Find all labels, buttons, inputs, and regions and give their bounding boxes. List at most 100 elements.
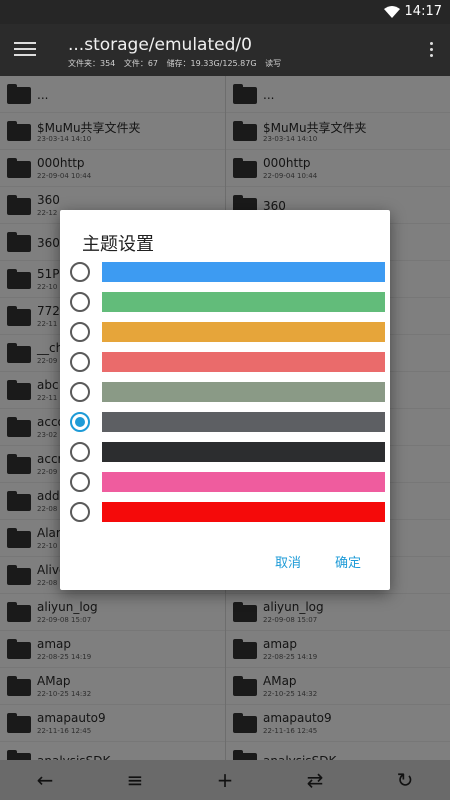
file-row[interactable]: amap 22-08-25 14:19 [0,631,225,668]
theme-option[interactable] [60,320,390,350]
theme-radio[interactable] [70,502,90,522]
theme-radio[interactable] [70,442,90,462]
folder-icon [233,676,257,696]
folder-icon [233,602,257,622]
theme-radio[interactable] [70,412,90,432]
file-name: 51P [37,267,60,281]
refresh-icon[interactable]: ↻ [393,768,417,792]
file-date: 22-11 [37,320,58,328]
theme-color-swatch [102,292,385,312]
theme-radio[interactable] [70,382,90,402]
back-arrow-icon[interactable]: ← [33,768,57,792]
storage-info: 文件夹：354 文件：67 储存：19.33G/125.87G 读写 [68,58,287,69]
file-row[interactable]: amapauto9 22-11-16 12:45 [0,705,225,742]
menu-icon[interactable] [14,42,36,58]
access-mode: 读写 [265,59,282,68]
folder-icon [7,232,31,252]
add-icon[interactable]: + [213,768,237,792]
folder-icon [7,380,31,400]
folder-icon [7,195,31,215]
folder-icon [233,121,257,141]
theme-radio[interactable] [70,352,90,372]
theme-radio[interactable] [70,292,90,312]
folder-icon [7,343,31,363]
file-name: AMap [37,674,71,688]
theme-option[interactable] [60,410,390,440]
file-date: 22-09-08 15:07 [37,616,92,624]
file-row[interactable]: ... [0,76,225,113]
file-date: 22-11-16 12:45 [37,727,92,735]
file-date: 22-10-25 14:32 [263,690,318,698]
list-icon[interactable]: ≡ [123,768,147,792]
file-row[interactable]: amap 22-08-25 14:19 [226,631,450,668]
theme-color-swatch [102,262,385,282]
file-row[interactable]: analysisSDK [0,742,225,760]
theme-option[interactable] [60,260,390,290]
theme-color-swatch [102,412,385,432]
folder-icon [7,158,31,178]
more-vert-icon[interactable] [430,42,434,60]
file-row[interactable]: 000http 22-09-04 10:44 [0,150,225,187]
theme-dialog: 主题设置 取消 确定 [60,210,390,590]
file-name: aliyun_log [263,600,324,614]
file-row[interactable]: $MuMu共享文件夹 23-03-14 14:10 [226,113,450,150]
folder-icon [7,306,31,326]
file-count: 文件：67 [123,59,159,68]
file-name: amapauto9 [263,711,332,725]
file-date: 22-09 [37,468,58,476]
folder-icon [7,713,31,733]
folder-icon [7,676,31,696]
theme-option[interactable] [60,290,390,320]
file-name: $MuMu共享文件夹 [37,121,141,135]
folder-icon [7,417,31,437]
theme-option[interactable] [60,350,390,380]
theme-option[interactable] [60,440,390,470]
file-date: 22-09-08 15:07 [263,616,318,624]
folder-icon [7,639,31,659]
cancel-button[interactable]: 取消 [275,552,301,571]
file-row[interactable]: $MuMu共享文件夹 23-03-14 14:10 [0,113,225,150]
file-name: amapauto9 [37,711,106,725]
file-name: 000http [263,156,311,170]
file-date: 22-08-25 14:19 [37,653,92,661]
theme-option[interactable] [60,380,390,410]
file-row[interactable]: aliyun_log 22-09-08 15:07 [226,594,450,631]
theme-option[interactable] [60,470,390,500]
folder-icon [233,158,257,178]
file-date: 22-08 [37,505,58,513]
theme-color-swatch [102,442,385,462]
swap-icon[interactable]: ⇄ [303,768,327,792]
file-date: 22-08 [37,579,58,587]
folder-icon [7,491,31,511]
file-name: abc [37,378,59,392]
ok-button[interactable]: 确定 [335,552,361,571]
theme-option[interactable] [60,500,390,530]
file-name: ... [263,88,275,102]
theme-radio[interactable] [70,322,90,342]
storage-usage: 储存：19.33G/125.87G [166,59,257,68]
file-date: 22-09-04 10:44 [37,172,92,180]
file-name: AMap [263,674,297,688]
file-row[interactable]: 000http 22-09-04 10:44 [226,150,450,187]
folder-icon [233,750,257,760]
file-row[interactable]: aliyun_log 22-09-08 15:07 [0,594,225,631]
file-date: 22-10-25 14:32 [37,690,92,698]
folder-icon [7,121,31,141]
file-row[interactable]: AMap 22-10-25 14:32 [0,668,225,705]
theme-radio[interactable] [70,262,90,282]
file-row[interactable]: AMap 22-10-25 14:32 [226,668,450,705]
file-date: 22-12 [37,209,58,217]
file-row[interactable]: ... [226,76,450,113]
folder-icon [7,602,31,622]
folder-icon [233,84,257,104]
file-row[interactable]: amapauto9 22-11-16 12:45 [226,705,450,742]
theme-color-swatch [102,322,385,342]
theme-color-swatch [102,352,385,372]
theme-radio[interactable] [70,472,90,492]
folder-icon [7,269,31,289]
file-date: 22-09-04 10:44 [263,172,318,180]
theme-color-swatch [102,502,385,522]
file-row[interactable]: analysisSDK [226,742,450,760]
file-date: 22-08-25 14:19 [263,653,318,661]
file-date: 22-11-16 12:45 [263,727,318,735]
